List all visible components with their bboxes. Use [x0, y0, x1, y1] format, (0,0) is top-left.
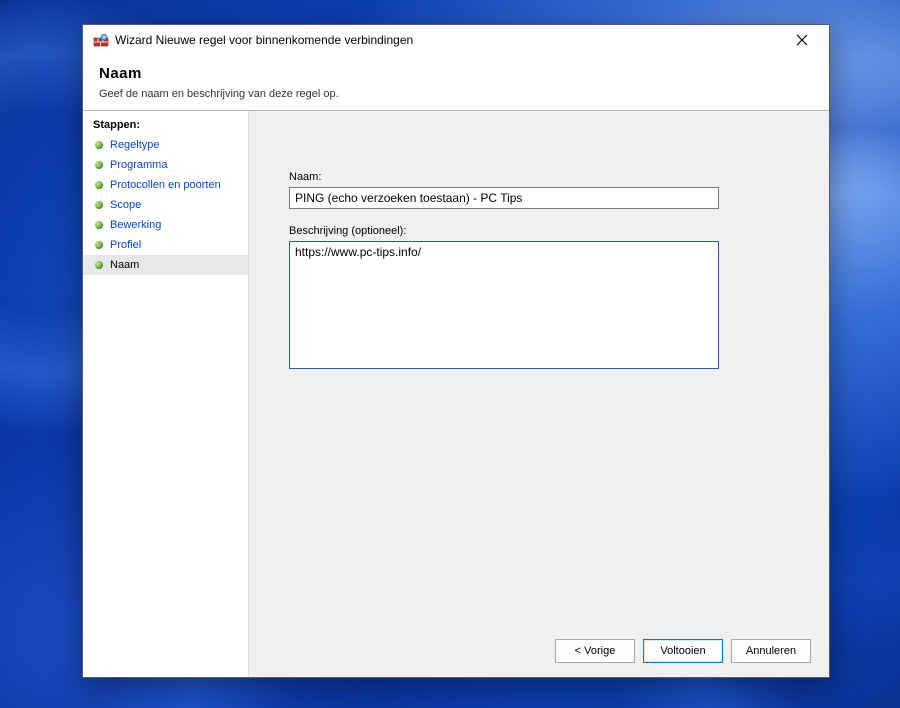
steps-heading: Stappen: [83, 115, 248, 135]
back-button[interactable]: < Vorige [555, 639, 635, 663]
wizard-header: Naam Geef de naam en beschrijving van de… [83, 55, 829, 110]
step-bullet-icon [95, 201, 103, 209]
step-label: Profiel [110, 239, 141, 251]
step-bullet-icon [95, 261, 103, 269]
firewall-icon [93, 32, 109, 48]
step-label: Protocollen en poorten [110, 179, 221, 191]
name-label: Naam: [289, 171, 799, 183]
step-label: Regeltype [110, 139, 160, 151]
wizard-main: Naam: Beschrijving (optioneel): < Vorige… [249, 111, 829, 677]
wizard-window: Wizard Nieuwe regel voor binnenkomende v… [82, 24, 830, 678]
close-button[interactable] [785, 27, 819, 53]
step-label: Naam [110, 259, 139, 271]
page-title: Naam [99, 65, 813, 82]
step-label: Bewerking [110, 219, 161, 231]
step-scope[interactable]: Scope [83, 195, 248, 215]
step-bullet-icon [95, 141, 103, 149]
window-title: Wizard Nieuwe regel voor binnenkomende v… [115, 33, 779, 47]
step-bullet-icon [95, 181, 103, 189]
wizard-button-row: < Vorige Voltooien Annuleren [555, 639, 811, 663]
step-label: Scope [110, 199, 141, 211]
step-protocollen-en-poorten[interactable]: Protocollen en poorten [83, 175, 248, 195]
step-bewerking[interactable]: Bewerking [83, 215, 248, 235]
cancel-button[interactable]: Annuleren [731, 639, 811, 663]
description-textarea[interactable] [289, 241, 719, 369]
finish-button[interactable]: Voltooien [643, 639, 723, 663]
page-subtitle: Geef de naam en beschrijving van deze re… [99, 88, 813, 100]
description-label: Beschrijving (optioneel): [289, 225, 799, 237]
step-programma[interactable]: Programma [83, 155, 248, 175]
close-icon [796, 34, 808, 46]
step-bullet-icon [95, 241, 103, 249]
step-profiel[interactable]: Profiel [83, 235, 248, 255]
step-bullet-icon [95, 221, 103, 229]
step-regeltype[interactable]: Regeltype [83, 135, 248, 155]
step-naam[interactable]: Naam [83, 255, 248, 275]
name-input[interactable] [289, 187, 719, 209]
step-bullet-icon [95, 161, 103, 169]
titlebar: Wizard Nieuwe regel voor binnenkomende v… [83, 25, 829, 55]
step-label: Programma [110, 159, 167, 171]
wizard-body: Stappen: Regeltype Programma Protocollen… [83, 111, 829, 677]
steps-sidebar: Stappen: Regeltype Programma Protocollen… [83, 111, 249, 677]
